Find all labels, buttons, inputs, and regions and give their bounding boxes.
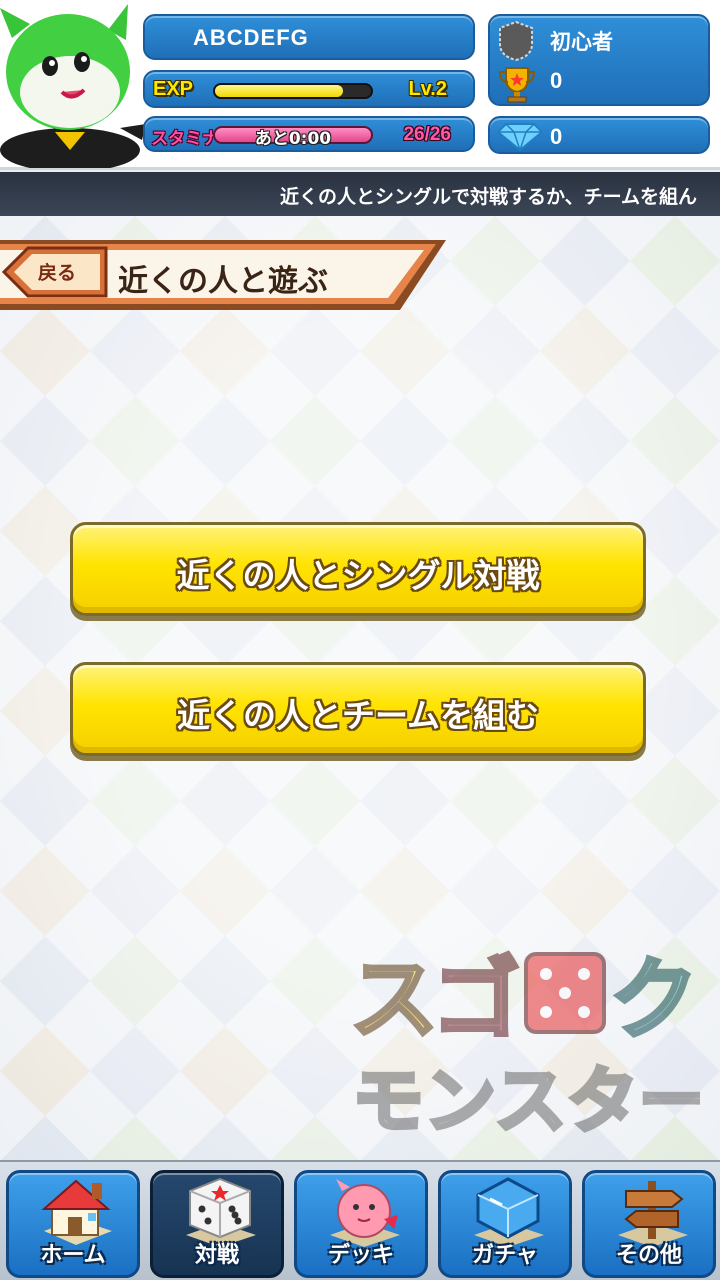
- back-button[interactable]: 戻る: [2, 246, 110, 298]
- rank-title: 初心者: [550, 30, 613, 54]
- level-label: Lv.2: [408, 78, 447, 100]
- ticker-text: 近くの人とシングルで対戦するか、チームを組ん: [280, 186, 698, 208]
- nearby-single-battle-label: 近くの人とシングル対戦: [176, 556, 540, 595]
- exp-bar-fill: [215, 85, 343, 97]
- status-header: ABCDEFG EXP Lv.2 スタミナ あと0:00 26/26 初心者 0: [0, 0, 720, 170]
- stamina-count: 26/26: [403, 124, 451, 145]
- rank-panel: 初心者 0: [488, 14, 710, 106]
- nav-battle[interactable]: 対戦: [150, 1170, 284, 1278]
- nav-home-label: ホーム: [40, 1243, 106, 1268]
- nearby-single-battle-button[interactable]: 近くの人とシングル対戦: [70, 522, 646, 616]
- stamina-bar: あと0:00: [213, 126, 373, 149]
- nav-battle-label: 対戦: [194, 1243, 239, 1268]
- page-title: 近くの人と遊ぶ: [118, 264, 328, 299]
- player-avatar[interactable]: [0, 0, 148, 168]
- stamina-panel: スタミナ あと0:00 26/26: [143, 116, 475, 152]
- exp-label: EXP: [153, 78, 194, 100]
- rank-badge-icon: [499, 20, 533, 62]
- gem-panel: 0: [488, 116, 710, 154]
- svg-text:ゴ: ゴ: [432, 948, 520, 1051]
- game-logo: ス ゴ ク モンスターズ: [348, 946, 700, 1145]
- stamina-label: スタミナ: [151, 129, 219, 149]
- exp-bar: [213, 83, 373, 99]
- stamina-recovery-time: あと0:00: [254, 129, 332, 149]
- nav-deck-label: デッキ: [327, 1243, 394, 1268]
- svg-text:ス: ス: [350, 948, 438, 1051]
- player-name-panel: ABCDEFG: [143, 14, 475, 60]
- player-name: ABCDEFG: [193, 25, 309, 50]
- svg-text:モンスターズ: モンスターズ: [352, 1059, 700, 1143]
- trophy-count: 0: [550, 68, 563, 93]
- nearby-team-up-button[interactable]: 近くの人とチームを組む: [70, 662, 646, 756]
- trophy-icon: [498, 67, 536, 103]
- main-content: 戻る 近くの人と遊ぶ 近くの人とシングル対戦 近くの人とチームを組む ス ゴ ク…: [0, 216, 720, 1160]
- gem-icon: [496, 123, 544, 152]
- gem-count: 0: [550, 124, 563, 149]
- exp-panel: EXP Lv.2: [143, 70, 475, 108]
- nav-other[interactable]: その他: [582, 1170, 716, 1278]
- bottom-nav: ホーム 対戦 デッキ ガチャ その他: [0, 1160, 720, 1280]
- nav-gacha-label: ガチャ: [472, 1243, 538, 1268]
- nearby-team-up-label: 近くの人とチームを組む: [176, 696, 539, 735]
- news-ticker: 近くの人とシングルで対戦するか、チームを組ん: [0, 172, 720, 216]
- nav-gacha[interactable]: ガチャ: [438, 1170, 572, 1278]
- nav-deck[interactable]: デッキ: [294, 1170, 428, 1278]
- nav-home[interactable]: ホーム: [6, 1170, 140, 1278]
- nav-other-label: その他: [615, 1243, 682, 1268]
- svg-text:ク: ク: [610, 948, 698, 1051]
- back-button-label: 戻る: [38, 262, 77, 284]
